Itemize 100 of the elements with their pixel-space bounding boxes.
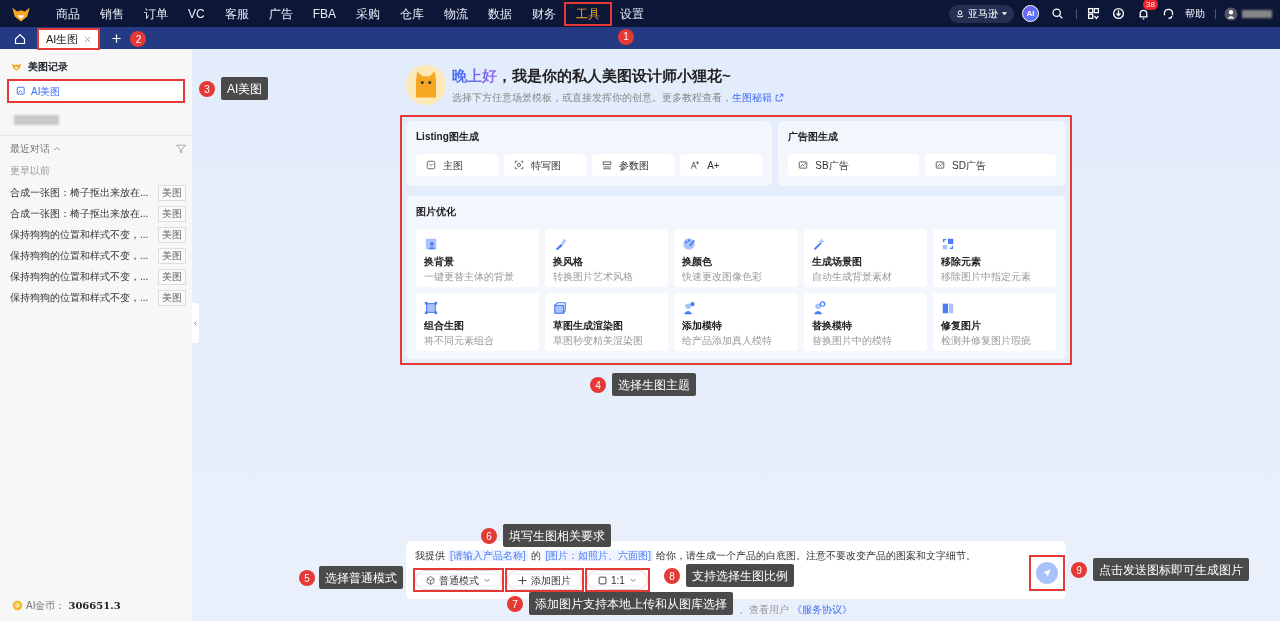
greeting-title: 晚上好，我是你的私人美图设计师小狸花~ <box>452 66 732 87</box>
highlight-frame <box>1029 555 1065 591</box>
highlight-frame <box>585 568 650 592</box>
portrait-icon <box>424 236 438 251</box>
tag: 美图 <box>158 226 186 243</box>
history-item[interactable]: 保持狗狗的位置和样式不变，... 美图 <box>0 245 192 266</box>
history-item[interactable]: 保持狗狗的位置和样式不变，... 美图 <box>0 266 192 287</box>
section-heading: 最近对话 <box>10 142 50 156</box>
feature-card[interactable]: 替换模特 替换图片中的模特 <box>803 293 927 351</box>
highlight-frame <box>37 28 101 50</box>
template-icon <box>602 160 613 170</box>
feature-card[interactable]: 换背景 一键更替主体的背景 <box>416 229 540 287</box>
ratio-dropdown[interactable]: 1:1 <box>587 570 648 590</box>
person-add-icon <box>682 300 697 315</box>
tag: 美图 <box>158 184 186 201</box>
feature-card[interactable]: 移除元素 移除图片中指定元素 <box>932 229 1056 287</box>
magic-wand-icon <box>811 236 826 251</box>
template-icon <box>935 160 946 170</box>
marketplace-dropdown[interactable]: 亚马逊 <box>949 4 1014 23</box>
history-item[interactable]: 合成一张图：椅子抠出来放在... 美图 <box>0 203 192 224</box>
feature-card[interactable]: 组合生图 将不同元素组合 <box>416 293 540 351</box>
feature-card[interactable]: 换颜色 快速更改图像色彩 <box>674 229 798 287</box>
nav-item[interactable]: 客服 <box>214 3 259 24</box>
send-icon <box>1042 568 1052 578</box>
notification-badge: 38 <box>1143 0 1158 10</box>
mode-dropdown[interactable]: 普通模式 <box>415 570 502 590</box>
nav-item[interactable]: 设置 <box>610 3 654 24</box>
cat-avatar-icon <box>406 65 446 105</box>
sidebar-item[interactable]: AI美图 <box>8 80 184 102</box>
feature-card[interactable]: 修复图片 检测并修复图片瑕疵 <box>932 293 1056 351</box>
template-option[interactable]: SD广告 <box>925 154 1056 176</box>
collapse-handle[interactable] <box>192 303 199 343</box>
callout-label: AI美图 <box>221 77 269 100</box>
nav-item[interactable]: 工具 <box>566 3 610 24</box>
template-icon <box>690 160 701 170</box>
add-image-button[interactable]: 添加图片 <box>507 570 582 590</box>
guide-link[interactable]: 生图秘籍 <box>732 89 784 105</box>
feature-card[interactable]: 换风格 转换图片艺术风格 <box>545 229 669 287</box>
nav-item[interactable]: 仓库 <box>390 3 434 24</box>
redacted-username <box>1242 9 1272 18</box>
callout-label: 支持选择生图比例 <box>685 564 794 587</box>
history-item[interactable]: 合成一张图：椅子抠出来放在... 美图 <box>0 182 192 203</box>
footer-text: 。查看用户 <box>739 603 789 617</box>
home-icon[interactable] <box>14 33 26 45</box>
external-link-icon <box>775 92 784 102</box>
caret-icon <box>1001 10 1008 17</box>
callout-label: 选择生图主题 <box>612 373 696 396</box>
shapes-icon <box>940 236 955 251</box>
bell-icon[interactable] <box>1137 7 1150 21</box>
frame-icon <box>424 300 438 315</box>
nav-item[interactable]: 销售 <box>90 3 134 24</box>
template-icon <box>426 160 436 170</box>
nav-item[interactable]: 采购 <box>346 3 390 24</box>
cube-icon <box>426 575 435 585</box>
download-icon[interactable] <box>1112 7 1125 20</box>
logo-icon <box>11 61 22 72</box>
template-icon <box>514 160 525 170</box>
nav-item[interactable]: VC <box>178 3 215 24</box>
template-option[interactable]: 参数图 <box>592 154 675 176</box>
caret-icon <box>628 576 637 584</box>
nav-item[interactable]: 物流 <box>434 3 478 24</box>
callout-label: 选择普通模式 <box>319 566 403 589</box>
add-tab-icon[interactable] <box>111 33 123 44</box>
feature-card[interactable]: 添加模特 给产品添加真人模特 <box>674 293 798 351</box>
section-title: Listing图生成 <box>416 130 480 144</box>
section-heading: 更早以前 <box>9 164 51 178</box>
callout-label: 填写生图相关要求 <box>503 524 611 547</box>
avatar-icon[interactable] <box>1224 6 1238 21</box>
nav-item[interactable]: 商品 <box>46 3 90 24</box>
section-title: 广告图生成 <box>788 130 840 144</box>
callout-label: 点击发送图标即可生成图片 <box>1093 558 1249 581</box>
prompt-text: 我提供 [请输入产品名称] 的 [图片：如照片、六面图] 给你，请生成一个产品的白底图。注意不要改变产品的图案和文字细节。 <box>415 549 978 563</box>
image-edit-icon <box>16 86 26 96</box>
brush-icon <box>553 236 568 251</box>
nav-item[interactable]: 广告 <box>258 3 303 24</box>
ai-button[interactable]: AI <box>1022 5 1039 22</box>
nav-item[interactable]: 数据 <box>478 3 522 24</box>
help-link[interactable]: 帮助 <box>1185 6 1205 21</box>
coins-label: AI金币： <box>26 599 66 613</box>
template-option[interactable]: A+ <box>680 154 763 176</box>
greeting-subtitle: 选择下方任意场景模板，或直接发挥你的创意。更多教程查看， <box>452 90 732 105</box>
feature-card[interactable]: 生成场景图 自动生成背景素材 <box>803 229 927 287</box>
feature-card[interactable]: 草图生成渲染图 草图秒变精美渲染图 <box>545 293 669 351</box>
cube-icon <box>553 300 568 315</box>
template-option[interactable]: 主图 <box>416 154 499 176</box>
template-option[interactable]: 特写图 <box>504 154 587 176</box>
history-item[interactable]: 保持狗狗的位置和样式不变，... 美图 <box>0 287 192 308</box>
person-swap-icon <box>811 300 826 315</box>
caret-icon <box>483 576 491 584</box>
nav-item[interactable]: FBA <box>302 3 346 24</box>
agreement-link[interactable]: 《服务协议》 <box>792 602 852 617</box>
apps-icon[interactable] <box>1087 7 1100 20</box>
chevron-left-icon <box>193 319 198 327</box>
search-icon[interactable] <box>1051 7 1064 20</box>
section-title: 图片优化 <box>416 205 457 219</box>
coin-icon <box>12 600 23 611</box>
nav-item[interactable]: 订单 <box>134 3 178 24</box>
nav-item[interactable]: 财务 <box>522 3 566 24</box>
template-option[interactable]: SB广告 <box>788 154 920 176</box>
history-item[interactable]: 保持狗狗的位置和样式不变，... 美图 <box>0 224 192 245</box>
